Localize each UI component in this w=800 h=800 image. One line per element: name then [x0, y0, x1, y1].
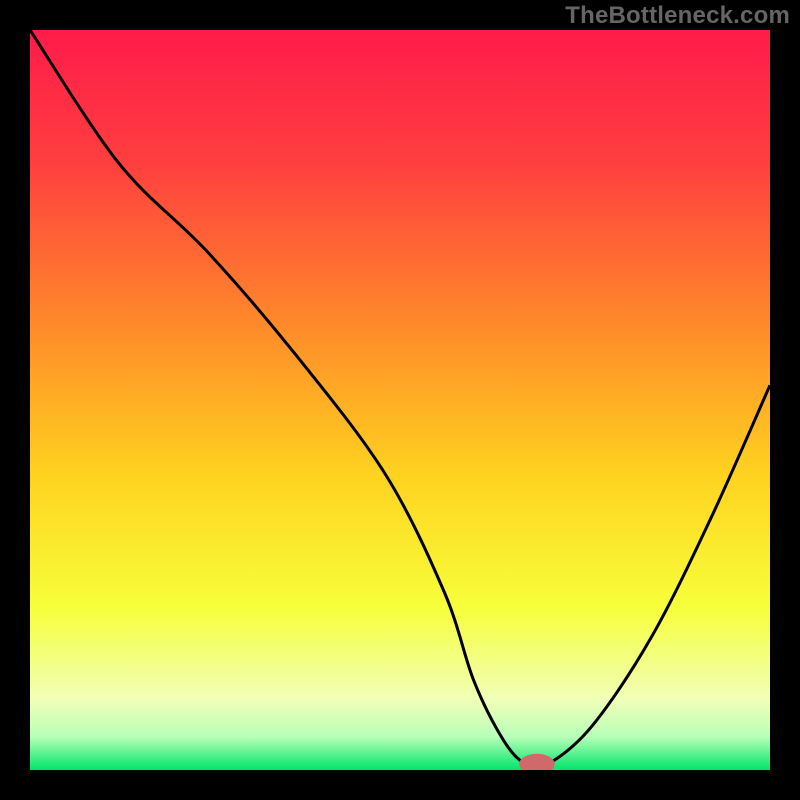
gradient-background: [30, 30, 770, 770]
watermark-text: TheBottleneck.com: [565, 2, 790, 30]
chart-frame: TheBottleneck.com: [0, 0, 800, 800]
plot-container: [30, 30, 770, 770]
bottleneck-chart: [30, 30, 770, 770]
